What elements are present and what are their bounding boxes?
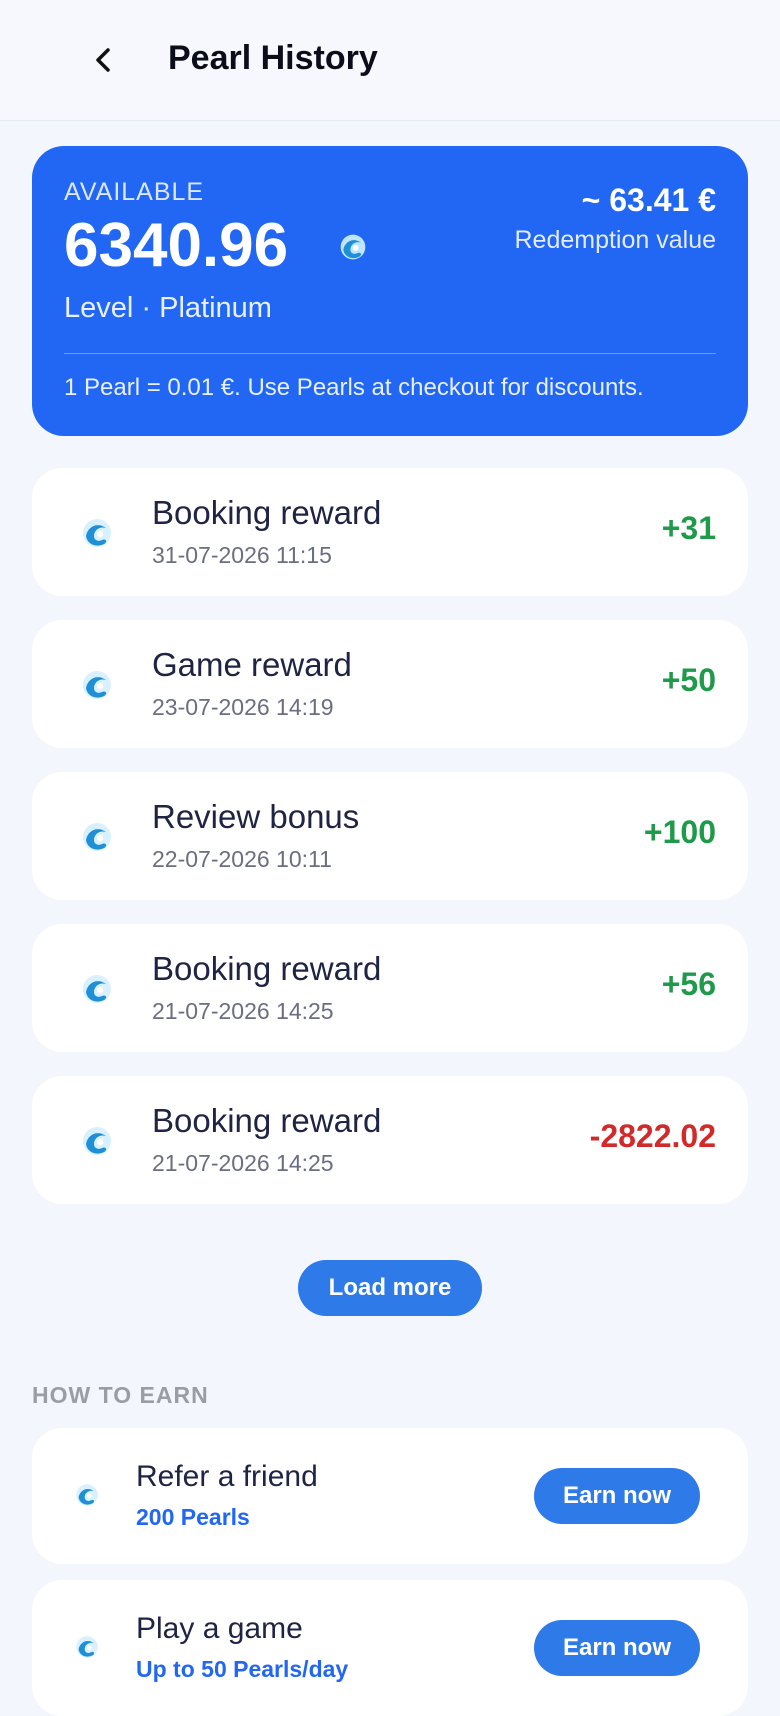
redemption-value-label: Redemption value xyxy=(514,226,716,254)
pearl-icon xyxy=(83,671,111,699)
transaction-date: 21-07-2026 14:25 xyxy=(152,998,334,1024)
transaction-amount: -2822.02 xyxy=(589,1118,716,1154)
balance-card: AVAILABLE 6340.96 Level · Platinum ~ 63.… xyxy=(32,146,748,436)
app-header: Pearl History xyxy=(0,0,780,121)
page-title: Pearl History xyxy=(168,39,378,77)
transaction-amount: +50 xyxy=(661,662,716,698)
earn-option: Refer a friend 200 Pearls Earn now xyxy=(32,1428,748,1564)
level-label: Level · Platinum xyxy=(64,292,272,324)
earn-option-reward: 200 Pearls xyxy=(136,1504,250,1530)
transaction-title: Booking reward xyxy=(152,950,382,987)
available-label: AVAILABLE xyxy=(64,178,205,206)
transaction-amount: +56 xyxy=(661,966,716,1002)
earn-option: Play a game Up to 50 Pearls/day Earn now xyxy=(32,1580,748,1716)
earn-option-title: Refer a friend xyxy=(136,1460,318,1493)
transaction-date: 31-07-2026 11:15 xyxy=(152,542,332,568)
how-to-earn-heading: HOW TO EARN xyxy=(32,1382,209,1408)
transaction-row[interactable]: Review bonus 22-07-2026 10:11 +100 xyxy=(32,772,748,900)
earn-option-reward: Up to 50 Pearls/day xyxy=(136,1656,349,1682)
pearl-rate-note: 1 Pearl = 0.01 €. Use Pearls at checkout… xyxy=(64,374,644,401)
chevron-left-icon xyxy=(96,48,110,72)
pearl-icon xyxy=(83,823,111,851)
transaction-title: Review bonus xyxy=(152,798,360,835)
pearl-icon xyxy=(83,1127,111,1155)
pearl-icon xyxy=(76,1636,98,1658)
transaction-date: 23-07-2026 14:19 xyxy=(152,694,334,720)
pearl-icon xyxy=(340,234,366,260)
pearl-icon xyxy=(83,519,111,547)
transaction-row[interactable]: Booking reward 21-07-2026 14:25 +56 xyxy=(32,924,748,1052)
earn-now-button[interactable]: Earn now xyxy=(534,1620,700,1676)
transaction-row[interactable]: Booking reward 31-07-2026 11:15 +31 xyxy=(32,468,748,596)
load-more-button[interactable]: Load more xyxy=(298,1260,482,1316)
transaction-row[interactable]: Booking reward 21-07-2026 14:25 -2822.02 xyxy=(32,1076,748,1204)
earn-now-button[interactable]: Earn now xyxy=(534,1468,700,1524)
transaction-row[interactable]: Game reward 23-07-2026 14:19 +50 xyxy=(32,620,748,748)
pearl-icon xyxy=(83,975,111,1003)
divider xyxy=(64,353,716,354)
balance-amount: 6340.96 xyxy=(64,211,289,280)
transaction-title: Game reward xyxy=(152,646,352,683)
earn-option-title: Play a game xyxy=(136,1612,303,1645)
back-button[interactable] xyxy=(84,40,124,80)
transaction-amount: +100 xyxy=(643,814,716,850)
transaction-date: 21-07-2026 14:25 xyxy=(152,1150,334,1176)
transaction-date: 22-07-2026 10:11 xyxy=(152,846,332,872)
transaction-amount: +31 xyxy=(661,510,716,546)
transaction-title: Booking reward xyxy=(152,1102,382,1139)
transaction-title: Booking reward xyxy=(152,494,382,531)
pearl-icon xyxy=(76,1484,98,1506)
redemption-value: ~ 63.41 € xyxy=(581,182,716,218)
